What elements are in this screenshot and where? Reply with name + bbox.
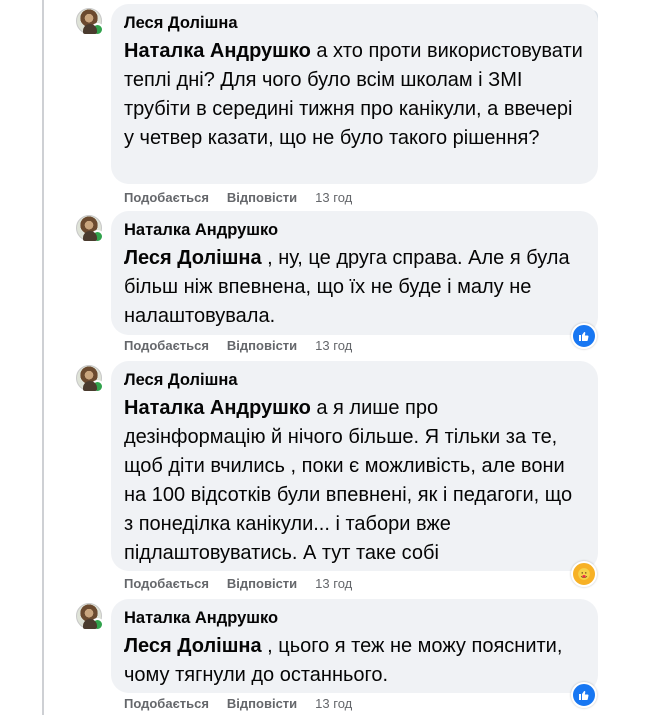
- avatar[interactable]: [76, 603, 104, 631]
- mention-link[interactable]: Наталка Андрушко: [124, 397, 311, 419]
- comment-actions: Подобається Відповісти 13 год: [124, 696, 352, 711]
- like-button[interactable]: Подобається: [124, 576, 209, 591]
- comment-text: Наталка Андрушко а я лише про дезінформа…: [124, 394, 584, 568]
- like-button[interactable]: Подобається: [124, 338, 209, 353]
- comment-bubble: Леся Долішна Наталка Андрушко а хто прот…: [111, 4, 598, 184]
- comment-bubble: Наталка Андрушко Леся Долішна , цього я …: [111, 599, 598, 693]
- timestamp[interactable]: 13 год: [315, 576, 352, 591]
- thread-line: [42, 0, 44, 715]
- comment-author[interactable]: Наталка Андрушко: [124, 219, 584, 241]
- online-status-icon: [91, 230, 104, 243]
- online-status-icon: [91, 23, 104, 36]
- reply-button[interactable]: Відповісти: [227, 576, 297, 591]
- mention-link[interactable]: Наталка Андрушко: [124, 40, 311, 62]
- care-reaction-icon[interactable]: [571, 561, 597, 587]
- comment-author[interactable]: Леся Долішна: [124, 369, 584, 391]
- comment-author[interactable]: Леся Долішна: [124, 12, 584, 34]
- comment-text: Леся Долішна , ну, це друга справа. Але …: [124, 244, 584, 331]
- online-status-icon: [91, 380, 104, 393]
- timestamp[interactable]: 13 год: [315, 338, 352, 353]
- comment-bubble: Леся Долішна Наталка Андрушко а я лише п…: [111, 361, 598, 571]
- like-button[interactable]: Подобається: [124, 190, 209, 205]
- comment-text: Наталка Андрушко а хто проти використову…: [124, 37, 584, 153]
- mention-link[interactable]: Леся Долішна: [124, 635, 262, 657]
- like-button[interactable]: Подобається: [124, 696, 209, 711]
- comment-actions: Подобається Відповісти 13 год: [124, 576, 352, 591]
- comment-text: Леся Долішна , цього я теж не можу поясн…: [124, 632, 584, 690]
- comment-bubble: Наталка Андрушко Леся Долішна , ну, це д…: [111, 211, 598, 335]
- comment-actions: Подобається Відповісти 13 год: [124, 338, 352, 353]
- timestamp[interactable]: 13 год: [315, 190, 352, 205]
- comment-body: а я лише про дезінформацію й нічого біль…: [124, 397, 573, 564]
- mention-link[interactable]: Леся Долішна: [124, 247, 262, 269]
- reply-button[interactable]: Відповісти: [227, 338, 297, 353]
- like-reaction-icon[interactable]: [571, 323, 597, 349]
- comment-actions: Подобається Відповісти 13 год: [124, 190, 352, 205]
- reply-button[interactable]: Відповісти: [227, 190, 297, 205]
- reply-button[interactable]: Відповісти: [227, 696, 297, 711]
- avatar[interactable]: [76, 365, 104, 393]
- timestamp[interactable]: 13 год: [315, 696, 352, 711]
- avatar[interactable]: [76, 8, 104, 36]
- avatar[interactable]: [76, 215, 104, 243]
- comment-author[interactable]: Наталка Андрушко: [124, 607, 584, 629]
- online-status-icon: [91, 618, 104, 631]
- like-reaction-icon[interactable]: [571, 682, 597, 708]
